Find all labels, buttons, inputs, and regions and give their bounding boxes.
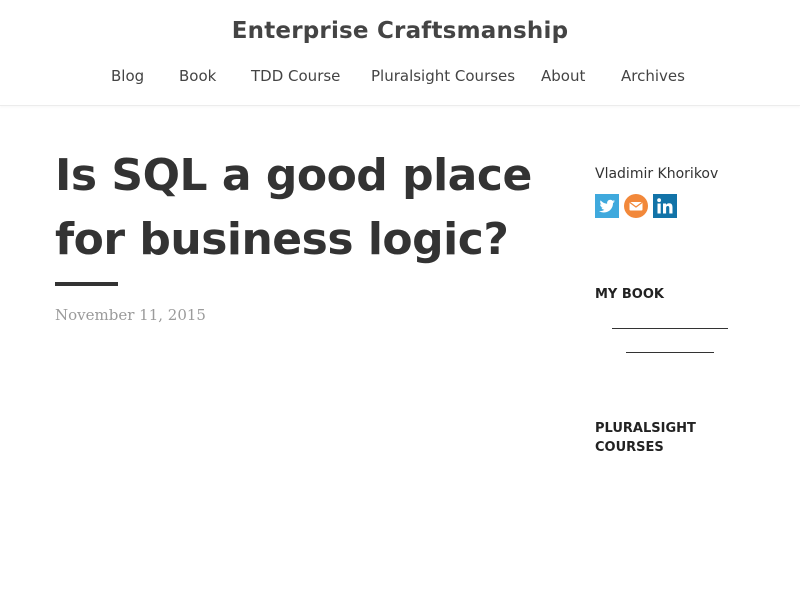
email-icon[interactable] bbox=[624, 194, 648, 218]
pluralsight-heading-line-2: COURSES bbox=[595, 440, 664, 455]
post-title: Is SQL a good place for business logic? bbox=[55, 144, 555, 272]
site-title[interactable]: Enterprise Craftsmanship bbox=[0, 18, 800, 44]
nav-item-pluralsight-courses[interactable]: Pluralsight Courses bbox=[371, 67, 515, 85]
nav-item-archives[interactable]: Archives bbox=[621, 67, 685, 85]
nav-item-about[interactable]: About bbox=[541, 67, 585, 85]
book-image-line-2[interactable] bbox=[626, 352, 714, 353]
post-title-line-2: for business logic? bbox=[55, 214, 509, 265]
author-name[interactable]: Vladimir Khorikov bbox=[595, 166, 718, 182]
title-divider bbox=[55, 282, 118, 286]
book-image-line-1[interactable] bbox=[612, 328, 728, 329]
my-book-heading: MY BOOK bbox=[595, 287, 664, 302]
post-date: November 11, 2015 bbox=[55, 306, 206, 324]
twitter-icon[interactable] bbox=[595, 194, 619, 218]
pluralsight-courses-heading: PLURALSIGHT COURSES bbox=[595, 419, 696, 457]
post-title-line-1: Is SQL a good place bbox=[55, 150, 532, 201]
pluralsight-heading-line-1: PLURALSIGHT bbox=[595, 421, 696, 436]
nav-item-book[interactable]: Book bbox=[179, 67, 216, 85]
site-header: Enterprise Craftsmanship Blog Book TDD C… bbox=[0, 0, 800, 106]
linkedin-icon[interactable] bbox=[653, 194, 677, 218]
nav-item-tdd-course[interactable]: TDD Course bbox=[251, 67, 340, 85]
nav-item-blog[interactable]: Blog bbox=[111, 67, 144, 85]
